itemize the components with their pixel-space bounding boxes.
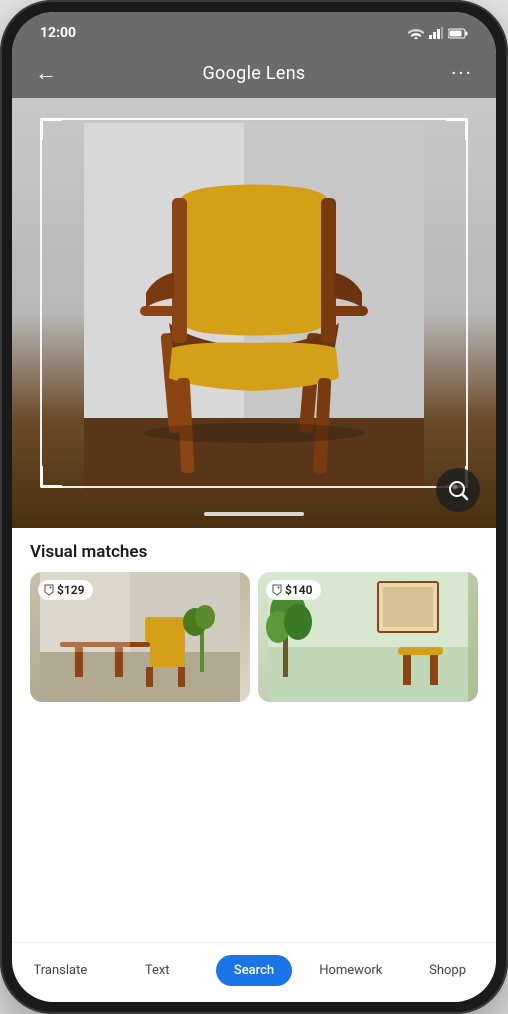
lens-icon xyxy=(446,478,470,502)
tab-homework-label: Homework xyxy=(306,963,395,978)
price-badge-2: $140 xyxy=(266,580,321,600)
top-bar: ← Google Lens ··· xyxy=(12,48,496,98)
tab-translate[interactable]: Translate xyxy=(12,957,109,984)
matches-grid: $129 xyxy=(12,572,496,942)
phone-screen: 12:00 xyxy=(12,12,496,1002)
image-container xyxy=(12,98,496,528)
wifi-icon xyxy=(408,27,424,39)
match-card-1[interactable]: $129 xyxy=(30,572,250,702)
chair-svg xyxy=(84,123,424,503)
tab-search-pill: Search xyxy=(216,955,292,986)
tab-shopping[interactable]: Shopp xyxy=(399,957,496,984)
visual-matches-title: Visual matches xyxy=(12,528,496,572)
tag-icon-1 xyxy=(44,584,54,596)
match-card-2[interactable]: $140 xyxy=(258,572,478,702)
tab-search[interactable]: Search xyxy=(206,949,303,992)
more-button[interactable]: ··· xyxy=(444,55,480,91)
tag-icon-2 xyxy=(272,584,282,596)
signal-icon xyxy=(429,27,443,39)
tab-shopping-label: Shopp xyxy=(403,963,492,978)
chair-image xyxy=(12,98,496,528)
drag-bar[interactable] xyxy=(204,512,304,516)
phone-frame: 12:00 xyxy=(0,0,508,1014)
status-icons xyxy=(408,27,468,39)
price-1: $129 xyxy=(57,583,84,597)
tab-text-label: Text xyxy=(113,963,202,978)
battery-icon xyxy=(448,28,468,39)
price-2: $140 xyxy=(285,583,312,597)
app-title-text: Google Lens xyxy=(202,63,305,84)
status-bar: 12:00 xyxy=(12,12,496,48)
tab-text[interactable]: Text xyxy=(109,957,206,984)
app-title: Google Lens xyxy=(202,63,305,84)
results-area: Visual matches xyxy=(12,528,496,942)
back-button[interactable]: ← xyxy=(28,55,64,91)
tab-search-label: Search xyxy=(234,963,274,978)
price-badge-1: $129 xyxy=(38,580,93,600)
tab-translate-label: Translate xyxy=(16,963,105,978)
bottom-tabs: Translate Text Search Homework Shopp xyxy=(12,942,496,1002)
status-time: 12:00 xyxy=(40,25,76,41)
tab-homework[interactable]: Homework xyxy=(302,957,399,984)
lens-search-button[interactable] xyxy=(436,468,480,512)
